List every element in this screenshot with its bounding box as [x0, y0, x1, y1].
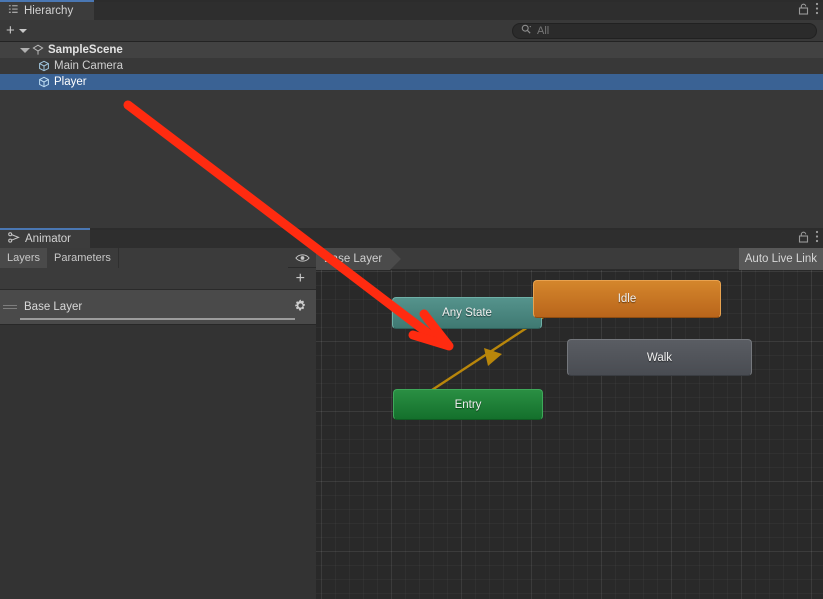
animator-icon	[8, 232, 20, 246]
expand-triangle-icon[interactable]	[20, 47, 30, 53]
create-gameobject-button[interactable]: +	[0, 21, 33, 41]
gameobject-cube-icon	[38, 76, 50, 88]
hierarchy-search-placeholder: All	[537, 25, 550, 37]
animator-graph-area: Base Layer Auto Live Link Any State Idle…	[316, 248, 823, 599]
tabbar-accent-line	[0, 228, 823, 230]
hierarchy-row-main-camera[interactable]: Main Camera	[0, 58, 823, 74]
hierarchy-row-samplescene[interactable]: SampleScene	[0, 42, 823, 58]
chevron-down-icon	[18, 28, 27, 33]
layer-weight-slider[interactable]	[20, 318, 295, 320]
hierarchy-toolbar: + All	[0, 20, 823, 42]
hierarchy-row-player[interactable]: Player	[0, 74, 823, 90]
layer-list-empty-area	[0, 324, 316, 599]
gameobject-cube-icon	[38, 60, 50, 72]
tabbar-background	[0, 228, 823, 248]
hierarchy-panel: Hierarchy + All SampleScene Main Camera …	[0, 0, 823, 228]
state-node-any-state[interactable]: Any State	[392, 297, 542, 329]
eye-visibility-icon[interactable]	[288, 248, 316, 268]
tab-hierarchy[interactable]: Hierarchy	[0, 0, 94, 20]
hierarchy-tabbar: Hierarchy	[0, 0, 823, 20]
auto-live-link-button[interactable]: Auto Live Link	[738, 248, 823, 270]
state-node-label: Entry	[454, 398, 482, 411]
scene-icon	[32, 44, 44, 56]
breadcrumb-label: Base Layer	[324, 252, 383, 265]
animator-header-icons	[798, 230, 819, 246]
hierarchy-row-label: SampleScene	[48, 44, 123, 56]
hierarchy-row-label: Main Camera	[54, 60, 124, 72]
breadcrumb: Base Layer Auto Live Link	[316, 248, 823, 270]
animator-layers-toolbar: Layers Parameters	[0, 247, 316, 268]
tab-animator-label: Animator	[25, 233, 72, 245]
add-layer-button[interactable]: +	[296, 270, 305, 286]
tab-hierarchy-label: Hierarchy	[24, 5, 74, 17]
gear-icon[interactable]	[294, 299, 307, 315]
state-node-label: Idle	[617, 293, 637, 305]
lock-icon[interactable]	[798, 3, 809, 18]
state-node-label: Walk	[646, 351, 673, 364]
layers-toolbar-spacer	[117, 247, 288, 268]
add-layer-row: +	[0, 268, 316, 290]
layer-list-item-base-layer[interactable]: Base Layer	[0, 290, 316, 324]
hierarchy-icon	[8, 4, 19, 18]
tab-parameters-label: Parameters	[54, 251, 111, 264]
layer-name-label: Base Layer	[24, 301, 83, 313]
hierarchy-tree: SampleScene Main Camera Player	[0, 42, 823, 228]
search-icon	[521, 24, 532, 38]
state-node-label: Any State	[442, 307, 492, 319]
tab-parameters[interactable]: Parameters	[47, 247, 118, 268]
tabbar-accent-line	[0, 0, 823, 2]
state-node-idle[interactable]: Idle	[533, 280, 721, 318]
tab-layers[interactable]: Layers	[0, 247, 48, 268]
hierarchy-row-label: Player	[54, 76, 87, 88]
animator-panel: Animator Layers Parameters + Base Layer …	[0, 228, 823, 599]
state-machine-canvas[interactable]: Any State Idle Walk Entry	[316, 270, 823, 599]
drag-handle-icon[interactable]	[3, 305, 17, 309]
tab-layers-label: Layers	[7, 251, 41, 264]
tabbar-background	[0, 0, 823, 20]
auto-live-link-label: Auto Live Link	[744, 252, 817, 265]
lock-icon[interactable]	[798, 231, 809, 246]
tab-animator[interactable]: Animator	[0, 228, 90, 248]
unity-editor-window: Hierarchy + All SampleScene Main Camera …	[0, 0, 823, 599]
plus-icon: +	[6, 21, 15, 39]
kebab-menu-icon[interactable]	[815, 230, 819, 246]
state-node-entry[interactable]: Entry	[393, 389, 543, 420]
state-node-walk[interactable]: Walk	[567, 339, 752, 376]
breadcrumb-item-base-layer[interactable]: Base Layer	[316, 248, 402, 270]
breadcrumb-spacer	[390, 248, 739, 270]
hierarchy-header-icons	[798, 2, 819, 18]
hierarchy-search-input[interactable]: All	[512, 23, 817, 39]
kebab-menu-icon[interactable]	[815, 2, 819, 18]
animator-tabbar: Animator	[0, 228, 823, 248]
